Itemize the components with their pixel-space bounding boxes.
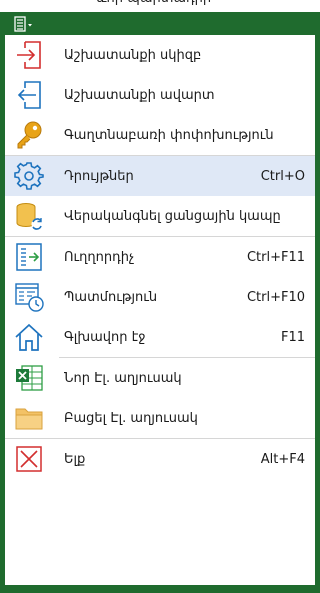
- menu-item-shortcut: Ctrl+F10: [246, 289, 305, 305]
- menu-item-label: Ուղղորդիչ: [64, 249, 135, 265]
- menu-item-reconnect-network[interactable]: Վերականգնել ցանցային կապը: [5, 196, 315, 236]
- menu-item-label: Բացել Էլ. աղյուսակ: [64, 410, 198, 426]
- top-strip-text-fragment: ևոր պարտադիր: [96, 0, 211, 6]
- folder-icon: [15, 408, 43, 430]
- main-menu-button[interactable]: [14, 16, 38, 32]
- main-menu-dropdown: Աշխատանքի սկիզբ Աշխատանքի ավարտ Գաղտնաբա…: [5, 35, 315, 585]
- history-clock-icon: [15, 283, 44, 312]
- menu-item-label: Նոր Էլ. աղյուսակ: [64, 370, 182, 386]
- menu-item-label: Աշխատանքի սկիզբ: [64, 47, 202, 63]
- menu-item-open-spreadsheet[interactable]: Բացել Էլ. աղյուսակ: [5, 398, 315, 438]
- menu-item-change-password[interactable]: Գաղտնաբառի փոփոխություն: [5, 115, 315, 155]
- menu-item-label: Գաղտնաբառի փոփոխություն: [64, 127, 274, 143]
- menu-item-settings[interactable]: Դրույթներ Ctrl+O: [5, 156, 315, 196]
- menu-list-icon: [14, 16, 32, 32]
- logout-arrow-icon: [17, 81, 41, 109]
- menu-item-exit[interactable]: Ելք Alt+F4: [5, 439, 315, 479]
- menu-item-shortcut: F11: [280, 329, 305, 345]
- menu-item-start-work[interactable]: Աշխատանքի սկիզբ: [5, 35, 315, 75]
- home-icon: [15, 323, 43, 351]
- top-strip: ևոր պարտադիր: [0, 0, 320, 12]
- menu-item-label: Պատմություն: [64, 289, 158, 305]
- login-arrow-icon: [17, 41, 41, 69]
- gear-icon: [14, 162, 44, 190]
- excel-new-icon: [16, 365, 43, 391]
- menu-item-label: Գլխավոր էջ: [64, 329, 146, 345]
- close-x-icon: [16, 446, 42, 472]
- key-icon: [17, 121, 42, 149]
- menu-item-new-spreadsheet[interactable]: Նոր Էլ. աղյուսակ: [5, 358, 315, 398]
- menu-item-shortcut: Ctrl+F11: [246, 249, 305, 265]
- menu-item-guide[interactable]: Ուղղորդիչ Ctrl+F11: [5, 237, 315, 277]
- database-refresh-icon: [16, 203, 43, 230]
- menu-item-end-work[interactable]: Աշխատանքի ավարտ: [5, 75, 315, 115]
- menu-item-shortcut: Alt+F4: [260, 451, 305, 467]
- menu-item-history[interactable]: Պատմություն Ctrl+F10: [5, 277, 315, 317]
- menu-item-label: Ելք: [64, 451, 86, 467]
- menu-item-home-page[interactable]: Գլխավոր էջ F11: [5, 317, 315, 357]
- menu-item-shortcut: Ctrl+O: [260, 168, 305, 184]
- menu-item-label: Վերականգնել ցանցային կապը: [64, 208, 281, 224]
- app-header: [0, 12, 320, 35]
- menu-item-label: Աշխատանքի ավարտ: [64, 87, 215, 103]
- menu-item-label: Դրույթներ: [64, 168, 134, 184]
- guide-document-icon: [16, 243, 42, 271]
